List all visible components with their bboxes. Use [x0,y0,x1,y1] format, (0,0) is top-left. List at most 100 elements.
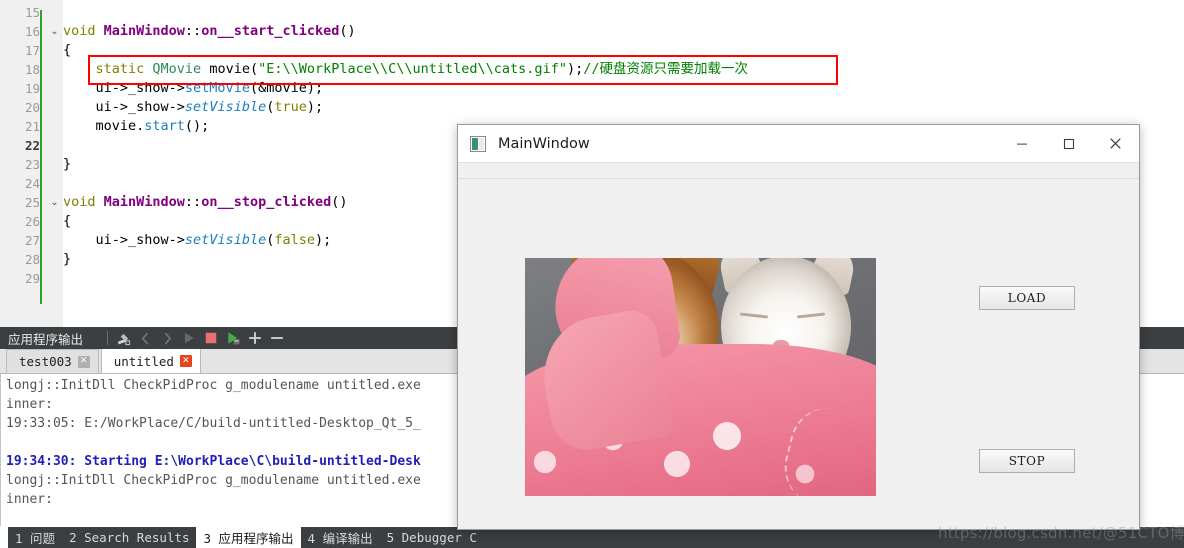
code-token: (&movie); [249,80,324,96]
code-line: static QMovie movie("E:\\WorkPlace\\C\\u… [63,60,748,79]
code-line: void MainWindow::on__stop_clicked() [63,193,348,212]
status-bar-item[interactable]: 2 Search Results [62,528,196,547]
code-token: false [274,232,315,248]
status-bar-item[interactable]: 5 Debugger C [380,528,484,547]
status-bar-left-stub [0,527,8,548]
code-line: { [63,41,71,60]
output-line: 19:33:05: E:/WorkPlace/C/build-untitled-… [6,416,421,431]
output-pane-title: 应用程序输出 [8,331,84,347]
clear-output-icon[interactable] [115,330,131,346]
status-bar-item[interactable]: 3 应用程序输出 [196,527,301,548]
code-token: ui->_show-> [63,232,185,248]
line-number: 22 [24,138,40,153]
code-token: void [63,23,104,39]
line-number: 27 [24,233,40,248]
prev-item-icon[interactable] [137,330,153,346]
run-icon[interactable] [181,330,197,346]
stop-button[interactable]: STOP [979,449,1075,473]
output-tab[interactable]: test003 ✕ [6,349,99,373]
mainwindow-menubar[interactable] [458,163,1139,179]
code-token: QMovie [152,61,210,77]
code-token: setVisible [184,99,267,115]
code-token: on__stop_clicked [201,194,332,210]
code-line: } [63,250,71,269]
code-token: () [339,23,356,39]
code-token: ui->_show-> [63,99,185,115]
code-line: ui->_show->setVisible(true); [63,98,324,117]
mainwindow-titlebar[interactable]: MainWindow [458,125,1139,163]
stop-icon[interactable] [203,330,219,346]
output-tab-label: untitled [113,353,174,369]
code-token: movie. [63,118,145,134]
close-icon[interactable]: ✕ [179,355,192,367]
line-number: 21 [24,119,40,134]
toolbar-separator [107,331,109,345]
status-bar-item[interactable]: 4 编译输出 [301,527,380,548]
code-token: "E:\\WorkPlace\\C\\untitled\\cats.gif" [258,61,567,77]
code-token: () [331,194,348,210]
output-tab-label: test003 [19,354,72,369]
maximize-button[interactable] [1045,125,1092,162]
code-token: true [274,99,307,115]
line-number: 17 [24,43,40,58]
change-indicator-bar [40,10,42,304]
output-tab[interactable]: untitled ✕ [100,348,201,373]
close-button[interactable] [1092,125,1139,162]
code-token: MainWindow [103,194,185,210]
code-token: ); [566,61,584,77]
app-icon [470,135,486,152]
output-line: longj::InitDll CheckPidProc g_modulename… [6,378,421,393]
code-token: :: [184,23,202,39]
output-line: inner: [6,397,53,412]
code-token: (); [184,118,210,134]
next-item-icon[interactable] [159,330,175,346]
status-bar: 1 问题 2 Search Results 3 应用程序输出 4 编译输出 5 Debu… [0,527,1184,548]
output-line: longj::InitDll CheckPidProc g_modulename… [6,473,421,488]
output-line: inner: [6,492,53,507]
code-token: :: [184,194,202,210]
code-line: ui->_show->setVisible(false); [63,231,332,250]
zoom-in-icon[interactable] [247,330,263,346]
code-line: } [63,155,71,174]
code-token: setMovie [184,80,250,96]
code-line: ui->_show->setMovie(&movie); [63,79,324,98]
code-token: { [63,42,72,58]
code-token: on__start_clicked [201,23,340,39]
line-number: 28 [24,252,40,267]
line-number: 23 [24,157,40,172]
code-token: ui->_show-> [63,80,185,96]
code-token: static [63,61,153,77]
line-number: 26 [24,214,40,229]
close-icon[interactable]: ✕ [77,355,90,368]
line-number: 16 [24,24,40,39]
code-token: } [63,251,72,267]
code-token: setVisible [184,232,267,248]
fold-chevron-down-icon[interactable]: ⌄ [48,193,61,212]
window-controls [998,125,1139,162]
code-token: movie( [209,61,259,77]
mainwindow-app-window[interactable]: MainWindow LOAD STOP [457,124,1140,530]
code-token: { [63,213,72,229]
code-line: void MainWindow::on__start_clicked() [63,22,356,41]
line-number: 19 [24,81,40,96]
fold-gutter[interactable] [46,0,63,327]
line-number: 29 [24,271,40,286]
code-token: start [144,118,185,134]
line-number: 20 [24,100,40,115]
zoom-out-icon[interactable] [269,330,285,346]
line-number: 18 [24,62,40,77]
line-number: 25 [24,195,40,210]
code-token: MainWindow [103,23,185,39]
minimize-button[interactable] [998,125,1045,162]
code-line: movie.start(); [63,117,210,136]
gif-display-label [525,258,876,496]
rerun-icon[interactable] [225,330,241,346]
code-token: //硬盘资源只需要加载一次 [583,61,748,77]
output-pane-toolbar [115,330,285,346]
mainwindow-client-area: LOAD STOP [458,179,1139,528]
load-button[interactable]: LOAD [979,286,1075,310]
status-bar-item[interactable]: 1 问题 [8,527,62,548]
code-token: ); [314,232,332,248]
code-token: ); [306,99,324,115]
fold-chevron-down-icon[interactable]: ⌄ [48,22,61,41]
